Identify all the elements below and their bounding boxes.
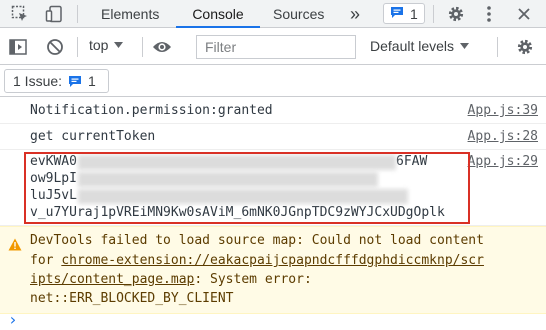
- sidebar-toggle-icon[interactable]: [8, 37, 28, 57]
- issues-button[interactable]: 1 Issue: 1: [4, 69, 109, 93]
- console-message: Notification.permission:granted App.js:3…: [0, 98, 546, 124]
- toolbar-divider: [77, 37, 78, 57]
- highlight-box: [24, 152, 470, 224]
- source-link[interactable]: App.js:39: [468, 103, 538, 118]
- toolbar-divider: [497, 37, 498, 57]
- live-expression-eye-icon[interactable]: [152, 37, 172, 57]
- warning-line-3-suffix: : System error:: [194, 272, 312, 287]
- dropdown-arrow-icon: [114, 42, 124, 48]
- warning-line-1: DevTools failed to load source map: Coul…: [30, 233, 484, 248]
- toolbar-divider: [77, 5, 78, 23]
- clear-console-icon[interactable]: [45, 37, 65, 57]
- more-options-icon[interactable]: [479, 4, 499, 24]
- dropdown-arrow-icon: [460, 43, 470, 49]
- console-toolbar: top Default levels: [0, 29, 546, 65]
- warning-line-3: ipts/content_page.map: System error:: [30, 272, 312, 287]
- warning-line-2: for chrome-extension://eakacpaijcpapndcf…: [30, 253, 484, 268]
- warning-icon: [8, 236, 22, 255]
- devtools-tab-bar: Elements Console Sources » 1: [0, 0, 546, 28]
- messages-count: 1: [410, 5, 418, 22]
- source-link[interactable]: App.js:29: [468, 154, 538, 169]
- source-map-link-continued[interactable]: ipts/content_page.map: [30, 272, 194, 287]
- issues-bar: 1 Issue: 1: [0, 65, 546, 97]
- message-icon: [69, 75, 82, 87]
- warning-message: DevTools failed to load source map: Coul…: [0, 226, 546, 314]
- messages-badge[interactable]: 1: [383, 3, 425, 24]
- message-icon: [390, 6, 404, 22]
- device-toolbar-icon[interactable]: [44, 4, 64, 24]
- warning-line-2-prefix: for: [30, 253, 62, 268]
- console-settings-gear-icon[interactable]: [515, 37, 535, 57]
- source-link[interactable]: App.js:28: [468, 129, 538, 144]
- tab-console[interactable]: Console: [176, 0, 260, 28]
- more-tabs-button[interactable]: »: [350, 0, 360, 28]
- inspect-element-icon[interactable]: [10, 4, 30, 24]
- toolbar-divider: [433, 5, 434, 23]
- filter-input[interactable]: [196, 35, 356, 59]
- tab-sources[interactable]: Sources: [273, 0, 324, 28]
- console-message-token: evKWA0 6FAW ow9LpI luJ5vL v_u7YUraj1pVRE…: [0, 150, 546, 226]
- close-icon[interactable]: [514, 4, 534, 24]
- issues-label: 1 Issue:: [13, 73, 63, 89]
- message-text: get currentToken: [30, 129, 156, 144]
- issues-count: 1: [88, 73, 96, 89]
- tab-elements[interactable]: Elements: [101, 0, 159, 28]
- console-prompt[interactable]: ›: [8, 310, 18, 329]
- context-selector[interactable]: top: [89, 37, 124, 53]
- console-message: get currentToken App.js:28: [0, 124, 546, 150]
- message-text: Notification.permission:granted: [30, 103, 273, 118]
- source-map-link[interactable]: chrome-extension://eakacpaijcpapndcfffdg…: [61, 253, 484, 268]
- context-value: top: [89, 37, 109, 53]
- settings-gear-icon[interactable]: [446, 4, 466, 24]
- log-levels-label: Default levels: [370, 38, 455, 54]
- log-levels-dropdown[interactable]: Default levels: [370, 38, 470, 54]
- warning-line-4: net::ERR_BLOCKED_BY_CLIENT: [30, 291, 234, 306]
- toolbar-divider: [142, 37, 143, 57]
